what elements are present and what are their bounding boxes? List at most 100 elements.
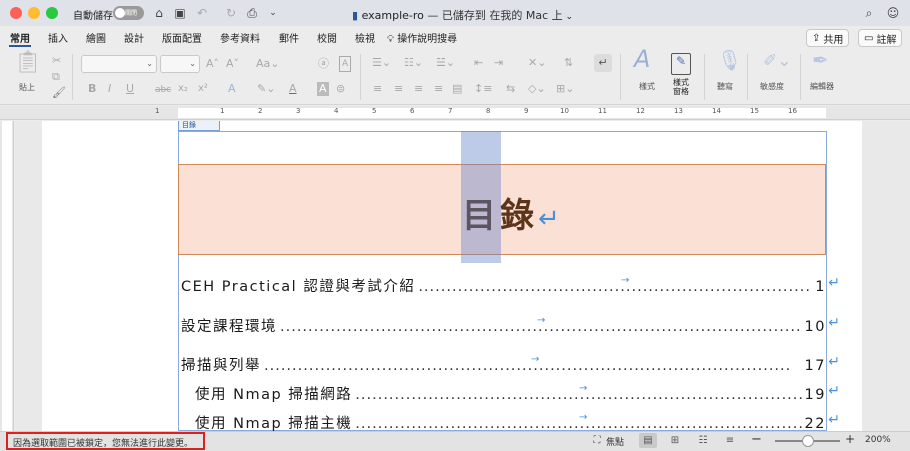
sort-icon[interactable]: ⇅ [564,56,573,70]
ruler-number: 15 [750,107,759,115]
underline-icon[interactable]: U [126,82,134,96]
horizontal-ruler[interactable]: 1 1 2 3 4 5 6 7 8 9 10 11 12 13 14 15 16 [0,106,910,120]
tab-layout[interactable]: 版面配置 [162,30,202,45]
tell-me-search[interactable]: 💡︎ 操作說明搜尋 [387,30,457,45]
undo-icon[interactable]: ↶ [194,5,210,21]
asian-layout-icon[interactable]: ✕⌄ [528,56,546,70]
zoom-out-button[interactable]: − [751,432,762,447]
feedback-icon[interactable]: ☺ [885,5,901,21]
print-layout-icon[interactable]: ▤ [639,433,657,448]
ruler-number: 1 [220,107,225,115]
styles-icon[interactable]: A [634,47,650,71]
highlight-icon[interactable]: ✎⌄ [257,82,275,96]
toc-entry[interactable]: 使用 Nmap 掃描網路 ...........................… [195,383,840,404]
enclose-characters-icon[interactable]: ⊜ [336,82,345,96]
align-center-icon[interactable]: ≡ [394,82,403,96]
dictate-label: 聽寫 [717,82,733,91]
zoom-window-button[interactable] [46,7,58,19]
share-button[interactable]: ⇪ 共用 [806,29,850,47]
subscript-icon[interactable]: x₂ [178,82,188,96]
tab-references[interactable]: 參考資料 [220,30,260,45]
toc-entry[interactable]: 設定課程環境 .................................… [181,315,840,336]
focus-label[interactable]: 焦點 [606,435,624,448]
customize-toolbar-icon[interactable]: ⌄ [265,5,281,21]
minimize-window-button[interactable] [28,7,40,19]
font-name-select[interactable]: ⌄ [81,55,157,73]
zoom-slider-thumb[interactable] [802,435,814,447]
divider [72,54,73,100]
toc-entry[interactable]: 使用 Nmap 掃描主機 ...........................… [195,412,840,433]
paragraph-mark: ↵ [538,204,564,234]
justify-icon[interactable]: ≡ [434,82,443,96]
superscript-icon[interactable]: x² [198,82,208,96]
toc-entry[interactable]: 掃描與列舉 ..................................… [181,354,840,375]
tab-mailings[interactable]: 郵件 [279,30,299,45]
multilevel-list-icon[interactable]: ☱⌄ [436,56,455,70]
phonetic-guide-icon[interactable]: ⓐ [318,57,329,71]
zoom-slider[interactable] [775,435,840,447]
web-layout-icon[interactable]: ⊞ [666,433,684,448]
dictate-icon[interactable]: 🎙︎ [717,50,742,70]
tab-review[interactable]: 校閱 [317,30,337,45]
ruler-number: 16 [788,107,797,115]
show-formatting-icon[interactable]: ↵ [594,54,612,72]
copy-icon[interactable]: ⧉ [52,70,60,84]
redo-icon[interactable]: ↻ [223,5,239,21]
styles-pane-icon[interactable]: ✎ [671,53,691,75]
print-icon[interactable]: ⎙ [244,5,260,21]
rtl-icon[interactable]: ⇆ [506,82,515,96]
align-right-icon[interactable]: ≡ [414,82,423,96]
autosave-toggle[interactable]: 關閉 [113,6,144,20]
home-icon[interactable]: ⌂ [151,5,167,21]
align-left-icon[interactable]: ≡ [373,82,382,96]
character-shading-icon[interactable]: A [317,82,329,96]
shading-icon[interactable]: ◇⌄ [528,82,546,96]
zoom-level[interactable]: 200% [865,435,891,445]
styles-pane-label: 樣式 窗格 [673,78,689,96]
shrink-font-icon[interactable]: A˅ [226,57,239,71]
character-border-icon[interactable]: A [339,56,352,72]
increase-indent-icon[interactable]: ⇥ [494,56,503,70]
editor-icon[interactable]: ✒︎ [812,50,829,70]
font-color-icon[interactable]: A [289,82,297,96]
cut-icon[interactable]: ✂ [52,54,61,68]
change-case-icon[interactable]: Aa⌄ [256,57,279,71]
sensitivity-icon[interactable]: ✐⌄ [763,53,792,70]
paste-icon[interactable]: 📋︎ [14,52,42,74]
toc-page-number: 10 [804,319,826,335]
tab-draw[interactable]: 繪圖 [86,30,106,45]
paste-label: 貼上 [19,83,35,92]
tab-home[interactable]: 常用 [10,30,30,45]
autosave-state: 關閉 [125,10,138,17]
decrease-indent-icon[interactable]: ⇤ [474,56,483,70]
draft-icon[interactable]: ≡ [721,433,739,448]
close-window-button[interactable] [10,7,22,19]
zoom-in-button[interactable]: + [845,432,855,446]
search-icon[interactable]: ⌕ [861,5,877,21]
outline-icon[interactable]: ☷ [694,433,712,448]
text-effects-icon[interactable]: A [228,82,236,96]
format-painter-icon[interactable]: 🖌︎ [52,86,66,100]
toc-entry[interactable]: CEH Practical 認證與考試介紹 ..................… [181,275,840,296]
strikethrough-icon[interactable]: abc [155,83,171,97]
distributed-icon[interactable]: ▤ [452,82,462,96]
line-spacing-icon[interactable]: ↕≡ [474,82,492,96]
bullets-icon[interactable]: ☰⌄ [372,56,391,70]
comments-button[interactable]: ▭ 註解 [858,29,903,47]
borders-icon[interactable]: ⊞⌄ [556,82,574,96]
italic-icon[interactable]: I [108,82,111,96]
tab-view[interactable]: 檢視 [355,30,375,45]
save-icon[interactable]: ▣ [172,5,188,21]
numbering-icon[interactable]: ☷⌄ [404,56,423,70]
tab-insert[interactable]: 插入 [48,30,68,45]
focus-icon[interactable]: ⛶ [588,433,606,448]
bold-icon[interactable]: B [88,82,96,96]
tab-design[interactable]: 設計 [124,30,144,45]
comment-icon: ▭ [864,32,874,44]
document-title[interactable]: ▮ example-ro — 已儲存到 在我的 Mac 上 ⌄ [352,7,573,23]
content-control-tag[interactable]: 目錄 [178,121,220,131]
font-size-select[interactable]: ⌄ [160,55,200,73]
grow-font-icon[interactable]: A˄ [206,57,219,71]
vertical-ruler[interactable] [0,121,14,431]
ruler-number: 5 [372,107,377,115]
